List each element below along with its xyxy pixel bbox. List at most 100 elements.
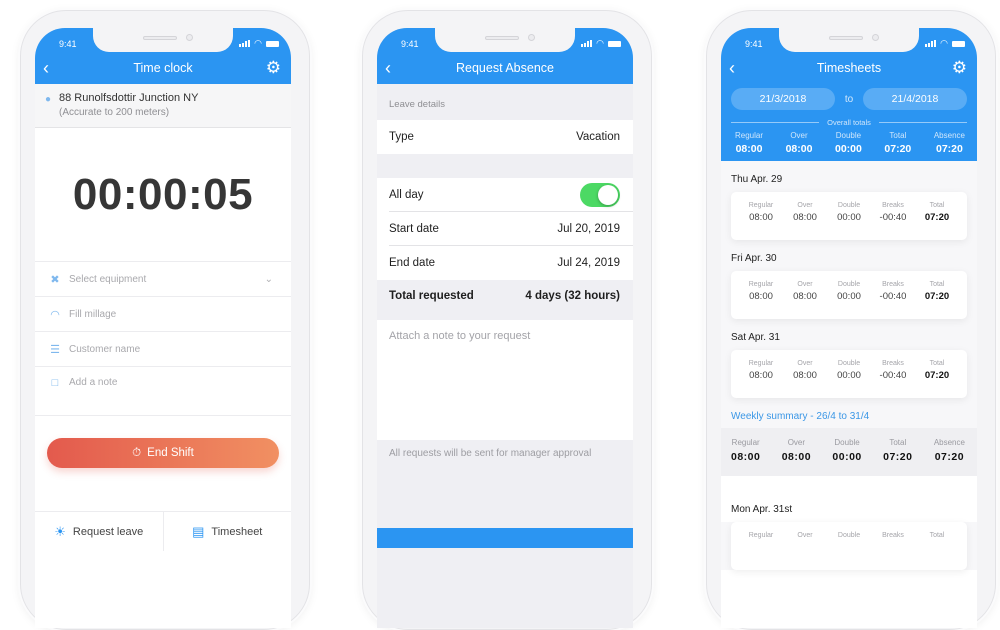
total-label: Over <box>790 131 808 140</box>
day-stat: Total <box>917 532 957 570</box>
gear-icon[interactable]: ⚙ <box>952 59 967 77</box>
day-stat-label: Total <box>929 532 945 539</box>
day-stat-label: Total <box>929 281 945 288</box>
shift-action-area: ⏱ End Shift <box>35 415 291 511</box>
fill-millage-field[interactable]: ◠ Fill millage <box>35 297 291 332</box>
wifi-icon: ◠ <box>596 38 604 48</box>
day-stat: Regular 08:00 <box>741 202 781 240</box>
weekly-stat-value: 08:00 <box>731 451 761 463</box>
gear-icon[interactable]: ⚙ <box>266 59 281 77</box>
day-stat-value: 08:00 <box>793 291 817 302</box>
day-stat-label: Over <box>797 532 813 539</box>
day-stat: Total 07:20 <box>917 202 957 240</box>
overall-over: Over 08:00 <box>786 131 813 155</box>
from-date-button[interactable]: 21/3/2018 <box>731 88 835 110</box>
battery-icon <box>608 40 621 47</box>
total-value: 08:00 <box>785 143 813 155</box>
day-stat-value: -00:40 <box>879 370 907 381</box>
weekly-stat: Double 00:00 <box>832 438 861 476</box>
add-note-placeholder: Add a note <box>69 377 118 388</box>
day-stat-value: 08:00 <box>749 212 773 223</box>
overall-totals-divider: Overall totals <box>721 110 977 127</box>
total-label: Total <box>889 131 907 140</box>
fill-millage-placeholder: Fill millage <box>69 308 117 320</box>
total-label: Absence <box>933 131 965 140</box>
day-stat: Double 00:00 <box>829 360 869 398</box>
day-stat-value: 08:00 <box>749 370 773 381</box>
phone-timesheets: 9:41 ◠ ‹ Timesheets ⚙ 21/3/2018 to 21/4/… <box>706 10 996 630</box>
screen-time-clock: 9:41 ◠ ‹ Time clock ⚙ ● 88 Runolfsdottir… <box>35 28 291 628</box>
customer-name-field[interactable]: ☰ Customer name <box>35 332 291 367</box>
total-requested-value: 4 days (32 hours) <box>525 290 620 302</box>
phone-request-absence: 9:41 ◠ ‹ Request Absence Leave details T… <box>362 10 652 630</box>
equipment-icon: ✖ <box>50 273 60 286</box>
section-gap <box>721 476 977 498</box>
end-date-row[interactable]: End date Jul 24, 2019 <box>377 246 633 280</box>
day-stat: Over 08:00 <box>785 281 825 319</box>
page-title: Time clock <box>133 61 193 75</box>
type-row[interactable]: Type Vacation <box>377 120 633 154</box>
tab-request-leave[interactable]: ☀ Request leave <box>35 512 163 551</box>
overall-regular: Regular 08:00 <box>735 131 763 155</box>
submit-button[interactable] <box>377 528 633 548</box>
day-card[interactable]: Regular Over Double Breaks Total <box>731 522 967 570</box>
day-stat: Over <box>785 532 825 570</box>
list-icon: ☰ <box>50 343 60 356</box>
day-stat-label: Regular <box>748 360 774 367</box>
day-stat: Over 08:00 <box>785 202 825 240</box>
day-stat-label: Double <box>837 360 861 367</box>
day-stat-value: 08:00 <box>793 212 817 223</box>
total-label: Double <box>835 131 862 140</box>
weekly-stat-value: 08:00 <box>781 451 812 463</box>
all-day-toggle[interactable] <box>580 183 620 207</box>
day-card[interactable]: Regular 08:00 Over 08:00 Double 00:00 Breaks -0… <box>731 271 967 319</box>
day-stat-value: -00:40 <box>879 291 907 302</box>
day-stat-value: 00:00 <box>837 291 861 302</box>
status-time: 9:41 <box>745 39 763 49</box>
overall-total: Total 07:20 <box>884 131 911 155</box>
day-stat-label: Regular <box>748 202 774 209</box>
day-stat-value: 08:00 <box>793 370 817 381</box>
tab-timesheet[interactable]: ▤ Timesheet <box>162 512 292 551</box>
timesheet-header: 21/3/2018 to 21/4/2018 Overall totals Re… <box>721 84 977 161</box>
day-card[interactable]: Regular 08:00 Over 08:00 Double 00:00 Breaks -0… <box>731 192 967 240</box>
overall-double: Double 00:00 <box>835 131 862 155</box>
chevron-down-icon: ⌄ <box>264 273 273 285</box>
select-equipment-field[interactable]: ✖ Select equipment ⌄ <box>35 262 291 297</box>
end-shift-label: End Shift <box>147 447 194 459</box>
notch <box>435 28 575 52</box>
day-stat-value: 00:00 <box>837 370 861 381</box>
add-note-field[interactable]: □ Add a note <box>35 367 291 415</box>
type-value: Vacation <box>576 131 620 143</box>
note-icon: □ <box>51 377 59 389</box>
screen-timesheets: 9:41 ◠ ‹ Timesheets ⚙ 21/3/2018 to 21/4/… <box>721 28 977 628</box>
timesheet-list: Thu Apr. 29 Regular 08:00 Over 08:00 Double 00… <box>721 161 977 570</box>
type-label: Type <box>389 131 414 143</box>
overall-totals-label: Overall totals <box>827 118 871 127</box>
day-card[interactable]: Regular 08:00 Over 08:00 Double 00:00 Breaks -0… <box>731 350 967 398</box>
navbar: ‹ Request Absence <box>377 56 633 84</box>
weekly-stat-label: Double <box>834 438 860 447</box>
notch <box>779 28 919 52</box>
section-label: Leave details <box>389 99 445 110</box>
end-shift-button[interactable]: ⏱ End Shift <box>47 438 279 468</box>
day-stat: Breaks -00:40 <box>873 281 913 319</box>
day-stat-value: 00:00 <box>837 212 861 223</box>
start-date-row[interactable]: Start date Jul 20, 2019 <box>377 212 633 246</box>
end-date-value: Jul 24, 2019 <box>557 257 620 269</box>
location-address: 88 Runolfsdottir Junction NY <box>59 92 199 104</box>
battery-icon <box>952 40 965 47</box>
to-date-button[interactable]: 21/4/2018 <box>863 88 967 110</box>
start-date-label: Start date <box>389 223 439 235</box>
weekly-summary-title: Weekly summary - 26/4 to 31/4 <box>731 411 870 422</box>
day-stat-value: 07:20 <box>924 291 950 302</box>
total-requested-label: Total requested <box>389 290 474 302</box>
day-stat-label: Over <box>797 202 813 209</box>
note-input[interactable]: Attach a note to your request <box>377 320 633 440</box>
weekly-stat-label: Total <box>889 438 907 447</box>
weekly-stat: Regular 08:00 <box>731 438 760 476</box>
day-stat-label: Over <box>797 360 813 367</box>
status-time: 9:41 <box>401 39 419 49</box>
select-equipment-placeholder: Select equipment <box>69 273 147 285</box>
